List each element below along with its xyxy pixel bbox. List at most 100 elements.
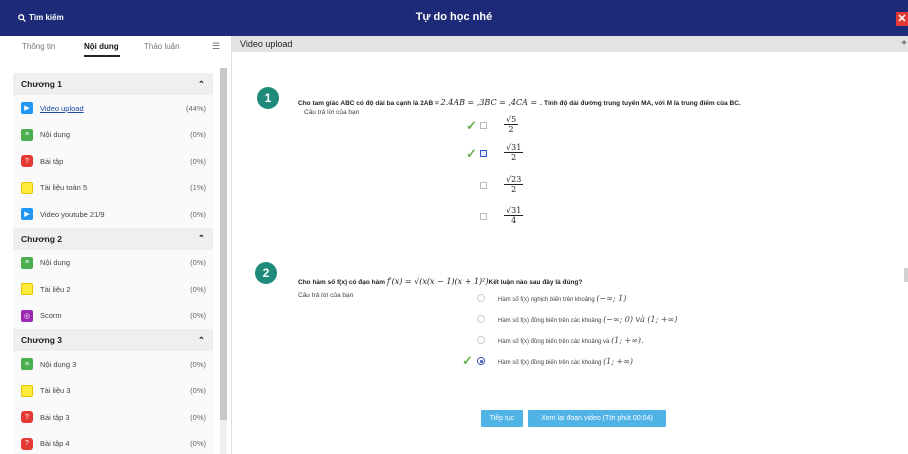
answer-option-text: Hàm số f(x) đồng biến trên các khoảng và… bbox=[498, 336, 644, 345]
lesson-item[interactable]: Tài liệu 2 (0%) bbox=[13, 276, 213, 303]
option-math: (1; +∞) bbox=[603, 357, 633, 366]
close-icon[interactable]: ✕ bbox=[896, 12, 908, 26]
question-text: Cho hàm số f(x) có đạo hàm f′(x) = √(x(x… bbox=[298, 277, 582, 286]
answer-checkbox[interactable] bbox=[480, 182, 487, 189]
lesson-progress: (0%) bbox=[190, 311, 206, 321]
lesson-label: Video youtube 21/9 bbox=[40, 209, 105, 219]
answer-label: Câu trả lời của bạn bbox=[298, 292, 354, 299]
chevron-up-icon[interactable]: ⌃ bbox=[198, 233, 205, 244]
option-text: Hàm số f(x) đồng biến trên các khoảng bbox=[498, 360, 604, 366]
lesson-label: Scorm bbox=[40, 311, 62, 321]
add-icon[interactable]: + bbox=[901, 36, 907, 52]
lesson-item[interactable]: Tài liệu 3 (0%) bbox=[13, 378, 213, 405]
answer-option-text: Hàm số f(x) nghịch biến trên khoảng (−∞;… bbox=[498, 294, 626, 303]
lesson-progress: (0%) bbox=[190, 412, 206, 422]
option-math: (−∞; 0) và (1; +∞) bbox=[603, 315, 678, 324]
lesson-item[interactable]: ? Bài tập (0%) bbox=[13, 148, 213, 175]
answer-radio[interactable] bbox=[477, 357, 485, 365]
file-icon bbox=[21, 181, 33, 194]
tab-content[interactable]: Nội dung bbox=[84, 42, 119, 51]
answer-radio[interactable] bbox=[477, 315, 485, 323]
lesson-item[interactable]: ? Bài tập 4 (0%) bbox=[13, 431, 213, 454]
content-title: Video upload bbox=[240, 39, 293, 49]
review-video-button[interactable]: Xem lại đoạn video (Tới phút 00:04) bbox=[528, 410, 666, 427]
sidebar-tabs: Thông tin Nội dung Thảo luận ☰ bbox=[0, 36, 232, 58]
lesson-label: Video upload bbox=[40, 103, 84, 113]
chapter-title: Chương 3 bbox=[21, 335, 63, 345]
document-icon: ≡ bbox=[21, 128, 33, 141]
answer-radio[interactable] bbox=[477, 336, 485, 344]
lesson-label: Bài tập 3 bbox=[40, 412, 70, 422]
lesson-label: Nội dung bbox=[40, 130, 71, 140]
top-bar: Tìm kiếm Tự do học nhé ✕ bbox=[0, 0, 908, 36]
answer-label: Câu trả lời của bạn bbox=[304, 109, 360, 116]
scrollbar-thumb[interactable] bbox=[220, 68, 227, 420]
lesson-item[interactable]: ≡ Nội dung 3 (0%) bbox=[13, 351, 213, 378]
lesson-label: Tài liệu toán 5 bbox=[40, 183, 88, 193]
chapter-header[interactable]: Chương 3 ⌃ bbox=[13, 329, 213, 351]
lesson-item[interactable]: ◎ Scorm (0%) bbox=[13, 303, 213, 330]
answer-option-text: Hàm số f(x) đồng biến trên các khoảng (1… bbox=[498, 357, 633, 366]
lesson-progress: (44%) bbox=[185, 103, 206, 113]
lesson-label: Nội dung 3 bbox=[40, 359, 77, 369]
continue-button[interactable]: Tiếp tục bbox=[481, 410, 523, 427]
option-text: Hàm số f(x) đồng biến trên các khoảng bbox=[498, 318, 604, 324]
answer-fraction: √31 4 bbox=[504, 206, 524, 225]
lesson-item[interactable]: ▶ Video upload (44%) bbox=[13, 95, 213, 122]
answer-fraction: √5 2 bbox=[504, 115, 519, 134]
fraction-denominator: 2 bbox=[511, 185, 517, 194]
fraction-numerator: √31 bbox=[504, 143, 524, 153]
chapter-list: Chương 1 ⌃ ▶ Video upload (44%) ≡ Nội dung (0%)… bbox=[13, 73, 213, 454]
lesson-progress: (0%) bbox=[190, 386, 206, 396]
lesson-progress: (0%) bbox=[190, 209, 206, 219]
main-panel: Video upload + 1 Cho tam giác ABC có độ … bbox=[232, 36, 908, 454]
lesson-progress: (0%) bbox=[190, 130, 206, 140]
document-icon: ≡ bbox=[21, 256, 33, 269]
scorm-icon: ◎ bbox=[21, 309, 33, 322]
question-math: 2.4AB = ,3BC = ,4CA = . bbox=[440, 98, 543, 107]
play-icon: ▶ bbox=[21, 208, 33, 221]
quiz-icon: ? bbox=[21, 437, 33, 450]
chapter-title: Chương 2 bbox=[21, 233, 63, 244]
answer-fraction: √31 2 bbox=[504, 143, 524, 162]
answer-option-text: Hàm số f(x) đồng biến trên các khoảng (−… bbox=[498, 315, 677, 324]
quiz-icon: ? bbox=[21, 411, 33, 424]
question-number: 1 bbox=[257, 87, 279, 109]
list-icon[interactable]: ☰ bbox=[212, 41, 220, 52]
play-icon: ▶ bbox=[21, 102, 33, 115]
main-scroll-handle[interactable] bbox=[904, 268, 908, 282]
tab-info[interactable]: Thông tin bbox=[22, 42, 55, 51]
quiz-icon: ? bbox=[21, 155, 33, 168]
sidebar-scrollbar[interactable] bbox=[220, 68, 227, 454]
correct-check-icon: ✓ bbox=[466, 146, 477, 161]
chevron-up-icon[interactable]: ⌃ bbox=[198, 79, 205, 90]
lesson-label: Tài liệu 3 bbox=[40, 386, 71, 396]
lesson-item[interactable]: Tài liệu toán 5 (1%) bbox=[13, 175, 213, 202]
lesson-item[interactable]: ▶ Video youtube 21/9 (0%) bbox=[13, 201, 213, 228]
lesson-item[interactable]: ? Bài tập 3 (0%) bbox=[13, 404, 213, 431]
chevron-up-icon[interactable]: ⌃ bbox=[198, 335, 205, 346]
lesson-item[interactable]: ≡ Nội dung (0%) bbox=[13, 250, 213, 277]
chapter-title: Chương 1 bbox=[21, 79, 63, 89]
correct-check-icon: ✓ bbox=[462, 353, 473, 368]
fraction-denominator: 4 bbox=[511, 216, 517, 225]
answer-checkbox[interactable] bbox=[480, 150, 487, 157]
tab-discussion[interactable]: Thảo luận bbox=[144, 42, 180, 51]
option-math: (1; +∞). bbox=[611, 336, 644, 345]
chapter-header[interactable]: Chương 1 ⌃ bbox=[13, 73, 213, 95]
answer-checkbox[interactable] bbox=[480, 122, 487, 129]
fraction-numerator: √5 bbox=[504, 115, 519, 125]
lesson-progress: (0%) bbox=[190, 359, 206, 369]
sidebar: Thông tin Nội dung Thảo luận ☰ Chương 1 ⌃… bbox=[0, 36, 232, 454]
answer-checkbox[interactable] bbox=[480, 213, 487, 220]
answer-radio[interactable] bbox=[477, 294, 485, 302]
chapter-header[interactable]: Chương 2 ⌃ bbox=[13, 227, 213, 250]
question-text-part: Tính độ dài đường trung tuyến MA, với M … bbox=[542, 100, 741, 107]
answer-fraction: √23 2 bbox=[504, 175, 524, 194]
lesson-item[interactable]: ≡ Nội dung (0%) bbox=[13, 122, 213, 149]
question-number: 2 bbox=[255, 262, 277, 284]
lesson-progress: (0%) bbox=[190, 258, 206, 268]
active-tab-indicator bbox=[84, 55, 120, 57]
option-math: (−∞; 1) bbox=[596, 294, 627, 303]
fraction-numerator: √23 bbox=[504, 175, 524, 185]
